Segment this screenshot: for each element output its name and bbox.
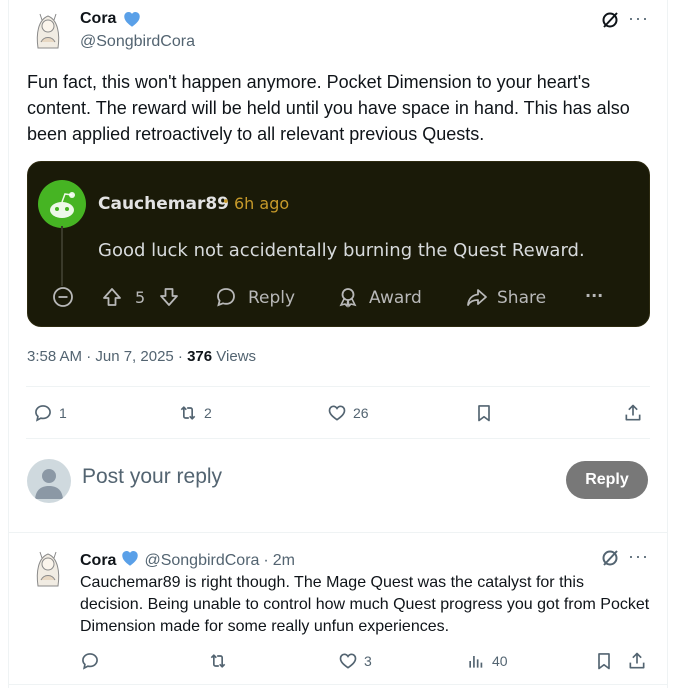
post-text: Fun fact, this won't happen anymore. Poc… (27, 72, 630, 144)
verified-icon (122, 9, 142, 34)
views-button[interactable]: 40 (466, 651, 508, 671)
avatar[interactable] (26, 8, 70, 52)
analytics-icon (469, 656, 483, 668)
reply-time[interactable]: 2m (273, 552, 295, 570)
award-icon (337, 286, 359, 313)
divider (26, 438, 650, 439)
like-button[interactable]: 3 (338, 651, 372, 671)
post-timestamp[interactable]: 3:58 AM · Jun 7, 2025 · 376 Views (27, 348, 256, 365)
reddit-dot: • (222, 195, 230, 210)
bookmark-icon (478, 405, 490, 422)
reply-author-name[interactable]: Cora (80, 552, 116, 570)
share-icon (625, 404, 641, 421)
collapse-icon (52, 286, 74, 313)
more-options-icon[interactable]: ··· (628, 546, 649, 567)
author-name[interactable]: Cora (80, 10, 116, 28)
author-handle[interactable]: @SongbirdCora (80, 33, 195, 51)
heart-icon (328, 405, 346, 421)
share-button[interactable] (627, 651, 647, 671)
divider (8, 684, 668, 685)
reply-button[interactable]: 1 (33, 403, 67, 423)
repost-count: 2 (204, 405, 212, 421)
views-label: Views (212, 348, 257, 365)
divider (26, 386, 650, 387)
bookmark-button[interactable] (474, 403, 494, 423)
reply-button[interactable] (80, 651, 100, 671)
like-count: 26 (353, 405, 369, 421)
bookmark-icon (598, 653, 610, 670)
verified-icon (120, 548, 140, 573)
reddit-time: 6h ago (234, 194, 290, 213)
share-button[interactable] (623, 403, 643, 423)
vote-count: 5 (135, 288, 146, 307)
reddit-share-label: Share (497, 288, 547, 308)
grok-icon[interactable] (600, 548, 620, 573)
repost-icon (180, 406, 196, 420)
share-icon (465, 286, 489, 313)
reply-input[interactable]: Post your reply (82, 465, 222, 489)
repost-button[interactable] (208, 651, 228, 671)
reddit-more-icon: ··· (585, 286, 604, 305)
separator: · (263, 551, 269, 569)
view-count: 376 (187, 348, 213, 365)
embedded-image[interactable]: Cauchemar89 • 6h ago Good luck not accid… (27, 161, 650, 327)
heart-icon (339, 653, 357, 669)
view-count: 40 (492, 653, 508, 669)
divider (8, 532, 668, 533)
reply-header: Cora @SongbirdCora · 2m (80, 548, 295, 573)
reply-submit-button[interactable]: Reply (566, 461, 648, 499)
like-button[interactable]: 26 (327, 403, 369, 423)
reply-icon (82, 653, 98, 670)
repost-icon (210, 654, 226, 668)
bookmark-button[interactable] (594, 651, 614, 671)
default-avatar (27, 459, 71, 503)
reddit-comment: Good luck not accidentally burning the Q… (98, 240, 585, 261)
grok-icon[interactable] (600, 10, 620, 35)
timestamp-text[interactable]: 3:58 AM · Jun 7, 2025 · (27, 348, 187, 365)
reply-count: 1 (59, 405, 67, 421)
like-count: 3 (364, 653, 372, 669)
share-icon (629, 652, 645, 669)
downvote-icon (158, 286, 180, 313)
upvote-icon (101, 286, 123, 313)
reddit-reply-label: Reply (248, 288, 296, 308)
repost-button[interactable]: 2 (178, 403, 212, 423)
more-options-icon[interactable]: ··· (628, 8, 649, 29)
reddit-avatar (38, 180, 86, 228)
reply-icon (35, 405, 51, 422)
reddit-username: Cauchemar89 (98, 194, 229, 214)
reply-author-handle[interactable]: @SongbirdCora (144, 552, 259, 570)
thread-line (61, 226, 63, 286)
reply-text: Cauchemar89 is right though. The Mage Qu… (80, 574, 650, 635)
reply-bubble-icon (215, 286, 237, 313)
reddit-award-label: Award (369, 288, 422, 308)
reply-avatar[interactable] (26, 546, 70, 590)
